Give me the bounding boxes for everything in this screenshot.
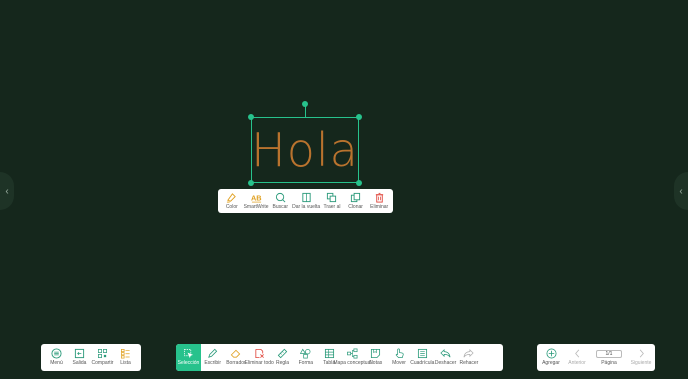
- right-edge-handle[interactable]: ‹: [674, 172, 688, 210]
- next-page-button[interactable]: Siguiente: [630, 344, 652, 371]
- list-icon: [121, 349, 130, 359]
- qr-icon: [98, 349, 107, 359]
- resize-handle-bottom-right[interactable]: [356, 180, 362, 186]
- page-toolbar: Agregar Anterior 1/1 Página Siguiente: [537, 344, 655, 371]
- selection-context-menu: Color AB SmartWrite Buscar Dar la vuelta…: [218, 189, 393, 213]
- share-button[interactable]: Compartir: [92, 344, 114, 371]
- shape-tool-button[interactable]: Forma: [294, 344, 317, 371]
- list-label: Lista: [120, 360, 131, 367]
- main-toolbar: Selección Escribir Borrador Eliminar tod…: [176, 344, 503, 371]
- ruler-tool-label: Regla: [276, 360, 290, 367]
- exit-icon: [74, 349, 85, 359]
- notes-tool-button[interactable]: Notas: [364, 344, 387, 371]
- handwritten-text[interactable]: Hola: [251, 118, 358, 182]
- mindmap-icon: [347, 348, 358, 359]
- ruler-tool-button[interactable]: Regla: [271, 344, 294, 371]
- smartwrite-icon: AB: [251, 193, 262, 203]
- plus-circle-icon: [546, 348, 556, 359]
- flip-icon: [302, 192, 311, 202]
- notes-tool-label: Notas: [369, 360, 383, 367]
- redo-label: Rehacer: [459, 360, 479, 367]
- delete-label: Eliminar: [370, 203, 389, 210]
- share-label: Compartir: [91, 360, 114, 367]
- clone-icon: [350, 192, 361, 202]
- smartwrite-button[interactable]: AB SmartWrite: [244, 189, 269, 213]
- add-page-label: Agregar: [542, 360, 560, 367]
- svg-text:AB: AB: [251, 193, 262, 202]
- menu-button[interactable]: Menú: [46, 344, 68, 371]
- rotation-handle[interactable]: [302, 101, 308, 107]
- redo-button[interactable]: Rehacer: [457, 344, 480, 371]
- eraser-tool-button[interactable]: Borrador: [224, 344, 247, 371]
- undo-label: Deshacer: [434, 360, 457, 367]
- search-icon: [275, 192, 286, 203]
- chevron-left-icon: [574, 349, 579, 358]
- mindmap-tool-button[interactable]: Mapa conceptual: [333, 344, 371, 371]
- page-number: 1/1: [596, 349, 622, 358]
- menu-icon: [51, 348, 62, 359]
- delete-button[interactable]: Eliminar: [367, 189, 391, 213]
- color-button[interactable]: Color: [220, 189, 244, 213]
- chevron-right-icon: [639, 349, 644, 358]
- chevron-left-icon: ‹: [679, 185, 683, 197]
- resize-handle-top-right[interactable]: [356, 114, 362, 120]
- bring-to-front-button[interactable]: Traer al: [320, 189, 344, 213]
- color-label: Color: [225, 203, 238, 210]
- hand-icon: [395, 348, 404, 359]
- ruler-icon: [277, 349, 288, 359]
- clear-all-button[interactable]: Eliminar todo: [244, 344, 274, 371]
- grid-tool-label: Cuadrícula: [410, 360, 435, 367]
- clear-all-label: Eliminar todo: [244, 360, 274, 367]
- flip-button[interactable]: Dar la vuelta: [292, 189, 320, 213]
- clone-button[interactable]: Clonar: [344, 189, 368, 213]
- bring-front-icon: [327, 192, 337, 202]
- select-tool-button[interactable]: Selección: [176, 344, 201, 371]
- resize-handle-top-left[interactable]: [248, 114, 254, 120]
- smartwrite-label: SmartWrite: [243, 203, 269, 210]
- eraser-icon: [231, 349, 241, 358]
- grid-icon: [417, 349, 427, 359]
- palette-icon: [227, 192, 237, 203]
- page-label: Página: [601, 359, 617, 366]
- trash-icon: [375, 192, 383, 203]
- search-label: Buscar: [272, 203, 289, 210]
- notes-icon: [371, 349, 381, 359]
- resize-handle-bottom-left[interactable]: [248, 180, 254, 186]
- shape-tool-label: Forma: [298, 360, 314, 367]
- undo-button[interactable]: Deshacer: [434, 344, 457, 371]
- move-tool-label: Mover: [392, 360, 406, 367]
- previous-page-label: Anterior: [568, 360, 586, 367]
- previous-page-button[interactable]: Anterior: [566, 344, 588, 371]
- table-tool-button[interactable]: Tabla: [317, 344, 340, 371]
- eraser-tool-label: Borrador: [226, 360, 246, 367]
- clone-label: Clonar: [348, 203, 363, 210]
- flip-label: Dar la vuelta: [292, 203, 321, 210]
- undo-icon: [440, 349, 451, 358]
- pen-tool-label: Escribir: [204, 360, 221, 367]
- bring-to-front-label: Traer al: [323, 203, 341, 210]
- select-tool-label: Selección: [177, 360, 200, 367]
- pen-tool-button[interactable]: Escribir: [201, 344, 224, 371]
- pen-icon: [208, 349, 218, 359]
- move-tool-button[interactable]: Mover: [387, 344, 410, 371]
- menu-label: Menú: [50, 360, 63, 367]
- select-icon: [184, 349, 194, 359]
- search-button[interactable]: Buscar: [269, 189, 293, 213]
- table-icon: [324, 349, 334, 359]
- next-page-label: Siguiente: [630, 360, 652, 367]
- grid-tool-button[interactable]: Cuadrícula: [410, 344, 435, 371]
- exit-button[interactable]: Salida: [69, 344, 91, 371]
- clear-all-icon: [255, 349, 264, 359]
- exit-label: Salida: [72, 360, 87, 367]
- chevron-left-icon: ‹: [5, 185, 9, 197]
- redo-icon: [463, 349, 475, 358]
- add-page-button[interactable]: Agregar: [540, 344, 562, 371]
- page-indicator[interactable]: 1/1 Página: [592, 344, 626, 371]
- shape-icon: [300, 348, 311, 359]
- left-toolbar: Menú Salida Compartir Lista: [41, 344, 141, 371]
- list-button[interactable]: Lista: [115, 344, 137, 371]
